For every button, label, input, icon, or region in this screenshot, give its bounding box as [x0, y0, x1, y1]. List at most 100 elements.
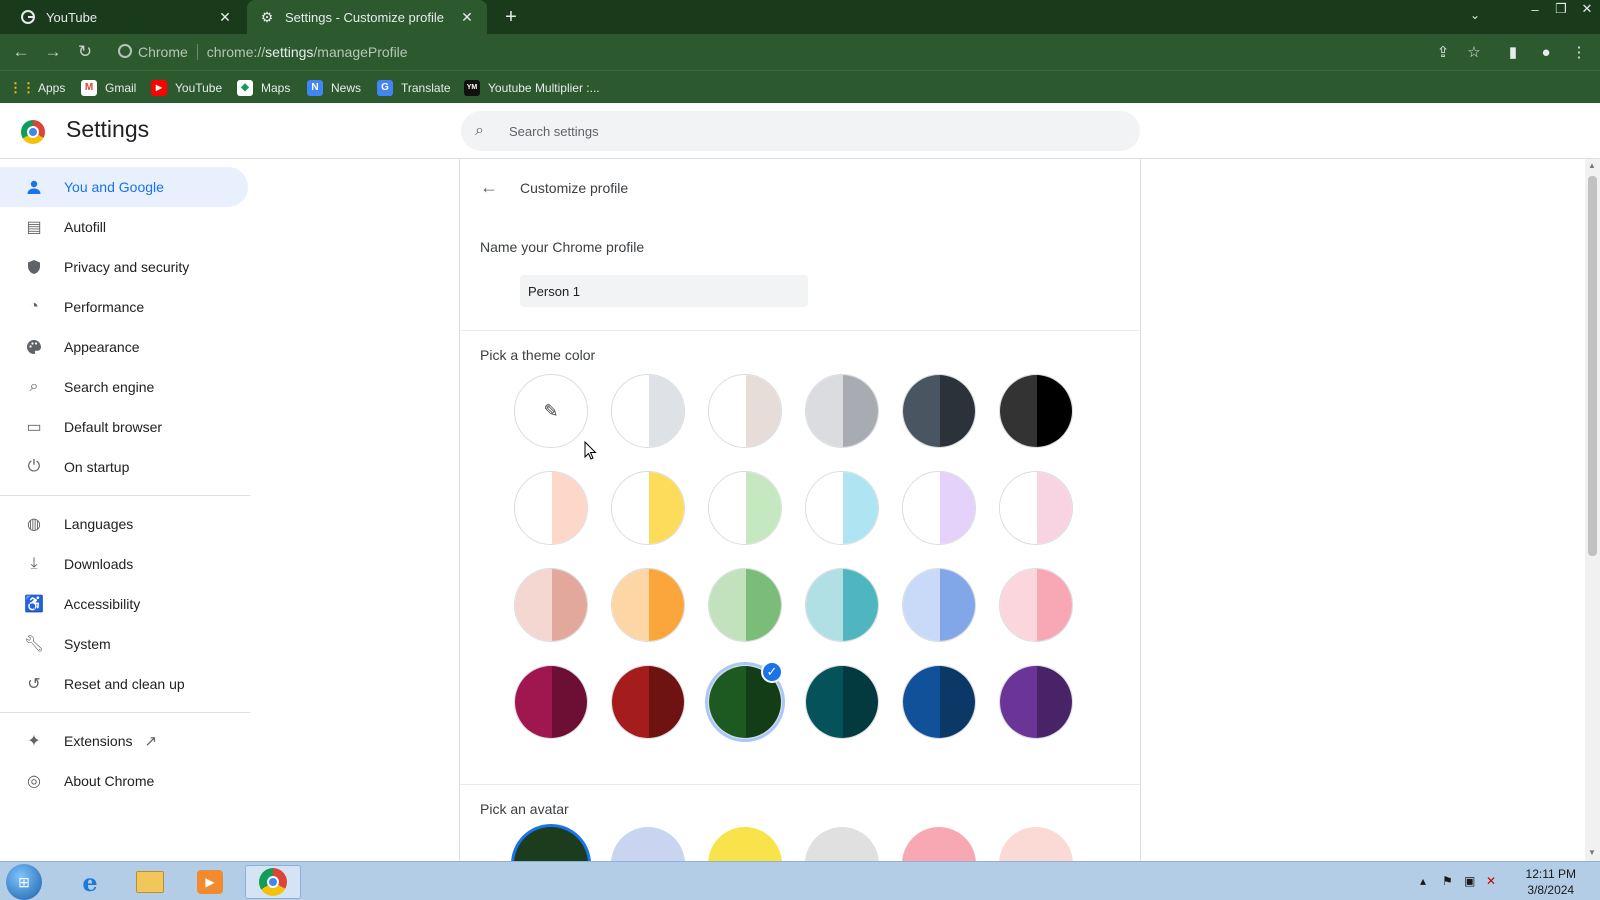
back-arrow-icon[interactable]: ←	[10, 41, 32, 63]
bookmark-apps[interactable]: ⋮⋮ Apps	[9, 71, 65, 104]
sidebar-item-extensions[interactable]: ✦ Extensions ↗	[0, 721, 248, 761]
theme-color-swatch[interactable]	[999, 374, 1073, 448]
theme-color-swatch[interactable]	[708, 374, 782, 448]
forward-arrow-icon[interactable]: →	[42, 41, 64, 63]
system-clock[interactable]: 12:11 PM 3/8/2024	[1526, 866, 1576, 898]
bookmark-gmail[interactable]: M Gmail	[81, 71, 136, 104]
star-icon[interactable]: ☆	[1463, 41, 1485, 63]
theme-color-swatch[interactable]	[611, 568, 685, 642]
scroll-down-icon[interactable]: ▼	[1588, 848, 1596, 857]
show-hidden-icons-icon[interactable]: ▴	[1420, 874, 1426, 888]
close-icon[interactable]: ✕	[217, 9, 233, 25]
sidebar-item-languages[interactable]: ◍ Languages	[0, 504, 248, 544]
media-player-icon[interactable]: ▶	[182, 865, 238, 899]
theme-color-swatch[interactable]	[514, 471, 588, 545]
bookmark-label: Translate	[401, 80, 451, 95]
avatar-option[interactable]	[611, 827, 685, 861]
swatch-right-half	[1037, 666, 1072, 738]
kebab-menu-icon[interactable]: ⋮	[1568, 41, 1590, 63]
profile-name-input[interactable]: Person 1	[520, 275, 808, 307]
sidebar-item-system[interactable]: 🔧︎ System	[0, 624, 248, 664]
theme-color-swatch[interactable]	[805, 471, 879, 545]
sidebar-item-reset[interactable]: ↺ Reset and clean up	[0, 664, 248, 704]
sidebar-item-label: Default browser	[64, 419, 163, 435]
avatar-option[interactable]	[708, 827, 782, 861]
restore-icon[interactable]: ❐	[1548, 0, 1574, 18]
bookmark-news[interactable]: N News	[307, 71, 361, 104]
theme-color-swatch[interactable]	[708, 471, 782, 545]
file-explorer-icon[interactable]	[122, 865, 178, 899]
puzzle-icon: ✦	[27, 733, 41, 750]
ym-icon: YM	[464, 79, 480, 96]
minimize-icon[interactable]: –	[1522, 0, 1548, 18]
theme-color-swatch[interactable]	[805, 374, 879, 448]
sidebar-item-performance[interactable]: ◔ Performance	[0, 287, 248, 327]
theme-color-swatch[interactable]	[611, 665, 685, 739]
sidebar-item-on-startup[interactable]: ⏻ On startup	[0, 447, 248, 487]
sidebar-item-default-browser[interactable]: ▭ Default browser	[0, 407, 248, 447]
tab-youtube[interactable]: YouTube ✕	[8, 0, 245, 34]
search-input[interactable]: ⌕ Search settings	[461, 111, 1140, 151]
bookmark-translate[interactable]: G Translate	[377, 71, 451, 104]
profile-icon[interactable]: ●	[1535, 41, 1557, 63]
sidebar-item-accessibility[interactable]: ♿ Accessibility	[0, 584, 248, 624]
subpage-title: Customize profile	[520, 179, 629, 196]
globe-icon: ◍	[27, 516, 41, 533]
theme-color-swatch[interactable]	[611, 374, 685, 448]
scrollbar-thumb[interactable]	[1588, 176, 1597, 556]
theme-color-swatch[interactable]	[805, 568, 879, 642]
start-orb-icon[interactable]: ⊞	[6, 864, 42, 900]
theme-color-swatch[interactable]	[902, 471, 976, 545]
share-icon[interactable]: ⇪	[1432, 41, 1454, 63]
scroll-up-icon[interactable]: ▲	[1588, 161, 1596, 170]
sidebar-item-privacy[interactable]: Privacy and security	[0, 247, 248, 287]
internet-explorer-icon[interactable]: e	[62, 865, 118, 899]
chevron-down-icon[interactable]: ⌄	[1470, 8, 1480, 22]
avatar-option[interactable]	[902, 827, 976, 861]
eyedropper-icon: ✎	[543, 400, 559, 421]
theme-color-swatch[interactable]	[514, 665, 588, 739]
swatch-right-half	[843, 569, 878, 641]
address-bar[interactable]: Chrome chrome://settings/manageProfile	[112, 38, 1422, 66]
custom-color-picker-button[interactable]: ✎	[514, 374, 588, 448]
sidebar-item-autofill[interactable]: ▤ Autofill	[0, 207, 248, 247]
avatar-option[interactable]	[999, 827, 1073, 861]
theme-color-swatch[interactable]	[708, 568, 782, 642]
flag-icon[interactable]: ⚑	[1442, 874, 1453, 888]
sidebar-item-appearance[interactable]: Appearance	[0, 327, 248, 367]
theme-color-swatch[interactable]	[514, 568, 588, 642]
theme-color-swatch[interactable]	[999, 665, 1073, 739]
sidebar-divider	[0, 712, 250, 713]
bookmark-maps[interactable]: ◆ Maps	[237, 71, 290, 104]
network-icon[interactable]: ▣	[1464, 874, 1475, 888]
swatch-left-half	[806, 666, 843, 738]
theme-color-swatch[interactable]	[611, 471, 685, 545]
reload-icon[interactable]: ↻	[74, 41, 96, 63]
chrome-icon[interactable]	[245, 865, 301, 899]
speedometer-icon: ◔	[29, 298, 39, 315]
theme-color-swatch[interactable]	[902, 665, 976, 739]
avatar-option[interactable]	[514, 827, 588, 861]
sidebar-item-search-engine[interactable]: ⌕ Search engine	[0, 367, 248, 407]
volume-muted-icon[interactable]: ✕	[1486, 874, 1496, 888]
tab-settings[interactable]: ⚙ Settings - Customize profile ✕	[247, 0, 487, 34]
bookmark-youtube[interactable]: ▶ YouTube	[151, 71, 222, 104]
close-icon[interactable]: ✕	[459, 9, 475, 25]
close-window-icon[interactable]: ✕	[1574, 0, 1600, 18]
sidebar-item-downloads[interactable]: ⤓ Downloads	[0, 544, 248, 584]
new-tab-button[interactable]: +	[500, 6, 522, 28]
side-panel-icon[interactable]: ▮	[1502, 41, 1524, 63]
theme-color-swatch[interactable]	[999, 471, 1073, 545]
theme-color-swatch[interactable]	[999, 568, 1073, 642]
chrome-icon: ◎	[27, 773, 41, 790]
sidebar-item-about-chrome[interactable]: ◎ About Chrome	[0, 761, 248, 801]
avatar-option[interactable]	[805, 827, 879, 861]
theme-color-swatch[interactable]	[902, 374, 976, 448]
swatch-left-half	[612, 472, 649, 544]
back-arrow-icon[interactable]: ←	[480, 177, 498, 198]
theme-color-swatch[interactable]	[805, 665, 879, 739]
theme-color-swatch[interactable]	[902, 568, 976, 642]
sidebar-item-you-and-google[interactable]: You and Google	[0, 167, 248, 207]
bookmark-youtube-multiplier[interactable]: YM Youtube Multiplier :...	[464, 71, 600, 104]
swatch-left-half	[1000, 472, 1037, 544]
